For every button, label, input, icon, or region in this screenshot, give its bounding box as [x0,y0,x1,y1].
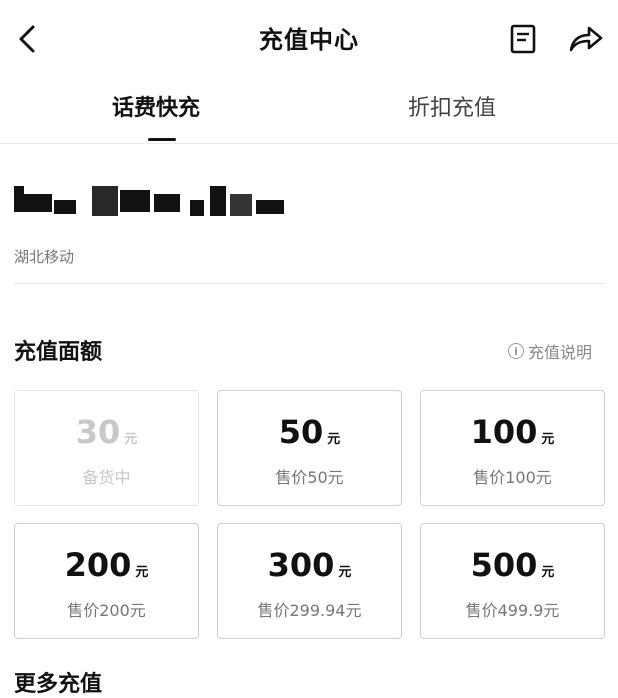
redaction-mark [154,194,180,212]
card-amount: 30 [75,413,121,451]
denominations-title: 充值面额 [14,340,103,365]
card-unit: 元 [135,565,149,580]
share-button[interactable] [566,22,606,56]
denomination-card-50[interactable]: 50 元 售价50元 [217,390,402,506]
tab-bar: 话费快充 折扣充值 [0,80,618,144]
card-unit: 元 [327,432,341,447]
carrier-label: 湖北移动 [14,248,75,266]
redaction-mark [54,200,76,214]
denomination-card-300[interactable]: 300 元 售价299.94元 [217,523,402,639]
redaction-mark [230,194,252,216]
card-unit: 元 [541,432,555,447]
card-unit: 元 [541,565,555,580]
more-recharge-title: 更多充值 [14,672,103,697]
redaction-mark [190,200,204,216]
card-amount: 500 [470,546,538,584]
redaction-mark [14,186,24,212]
tab-fast-recharge[interactable]: 话费快充 [112,92,200,132]
denomination-card-500[interactable]: 500 元 售价499.9元 [420,523,605,639]
tab-discount-recharge[interactable]: 折扣充值 [408,92,496,132]
card-unit: 元 [124,432,138,447]
recharge-info-link[interactable]: i 充值说明 [508,339,592,363]
divider [14,283,604,284]
redaction-mark [120,190,150,212]
share-icon [569,26,603,52]
redaction-mark [210,186,226,216]
recharge-info-label: 充值说明 [528,343,593,362]
redaction-mark [24,194,52,212]
card-price: 售价200元 [67,601,146,620]
card-amount: 200 [64,546,132,584]
card-price: 售价50元 [275,468,344,487]
redaction-mark [256,200,284,214]
nav-bar: 充值中心 [0,0,618,78]
card-price: 售价100元 [473,468,552,487]
denomination-card-100[interactable]: 100 元 售价100元 [420,390,605,506]
active-tab-indicator [148,138,176,141]
card-amount: 50 [278,413,324,451]
denomination-card-200[interactable]: 200 元 售价200元 [14,523,199,639]
card-amount: 300 [267,546,335,584]
card-unit: 元 [338,565,352,580]
phone-number-redacted[interactable] [14,180,284,220]
bill-button[interactable] [508,22,538,56]
denomination-card-30: 30 元 备货中 [14,390,199,506]
redaction-mark [92,186,118,216]
card-price: 售价499.9元 [465,601,560,620]
card-price: 备货中 [82,468,131,487]
info-icon: i [508,343,524,359]
document-icon [510,24,536,54]
card-amount: 100 [470,413,538,451]
card-price: 售价299.94元 [257,601,362,620]
